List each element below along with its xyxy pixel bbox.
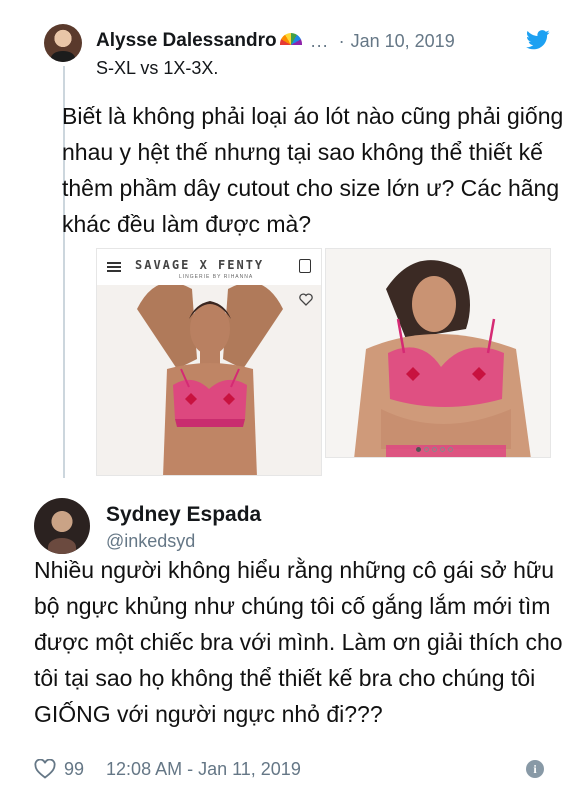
tweet-text: S-XL vs 1X-3X.	[96, 58, 219, 78]
brand-subtitle: LINGERIE BY RIHANNA	[179, 274, 254, 280]
author-avatar[interactable]	[34, 498, 90, 554]
tweet-footer: 99 12:08 AM - Jan 11, 2019 i	[34, 756, 554, 782]
author-avatar[interactable]	[44, 24, 82, 62]
model-illustration-right	[326, 249, 550, 457]
heart-icon[interactable]	[299, 293, 313, 306]
shop-header-bar: SAVAGE X FENTY LINGERIE BY RIHANNA	[97, 249, 321, 285]
heart-outline-icon[interactable]	[34, 759, 56, 779]
tweet-timestamp[interactable]: 12:08 AM - Jan 11, 2019	[106, 759, 301, 780]
brand-logo[interactable]: SAVAGE X FENTY	[135, 258, 264, 272]
author-name[interactable]: Sydney Espada	[106, 503, 261, 527]
twitter-bird-icon[interactable]	[526, 30, 550, 50]
more-options[interactable]: ...	[311, 31, 329, 52]
carousel-dot[interactable]	[424, 447, 429, 452]
separator-dot: ·	[338, 30, 345, 51]
author-name[interactable]: Alysse Dalessandro	[96, 30, 277, 52]
info-icon[interactable]: i	[526, 760, 544, 778]
bag-icon[interactable]	[299, 259, 311, 273]
hamburger-icon[interactable]	[107, 262, 121, 272]
rainbow-icon	[279, 33, 302, 45]
like-count: 99	[64, 758, 85, 779]
caption-bottom: Nhiều người không hiểu rằng những cô gái…	[34, 557, 563, 727]
product-photo-right[interactable]	[325, 248, 551, 458]
tweet-date[interactable]: Jan 10, 2019	[351, 31, 455, 52]
author-handle[interactable]: @inkedsyd	[106, 531, 195, 552]
carousel-dot[interactable]	[440, 447, 445, 452]
caption-top: Biết là không phải loại áo lót nào cũng …	[62, 103, 564, 237]
carousel-dot[interactable]	[416, 447, 421, 452]
carousel-dot[interactable]	[432, 447, 437, 452]
carousel-dots[interactable]	[416, 447, 453, 452]
tweet-header: Alysse Dalessandro ... · Jan 10, 2019	[96, 29, 566, 53]
carousel-dot[interactable]	[448, 447, 453, 452]
product-photo-left[interactable]: SAVAGE X FENTY LINGERIE BY RIHANNA	[96, 248, 322, 476]
